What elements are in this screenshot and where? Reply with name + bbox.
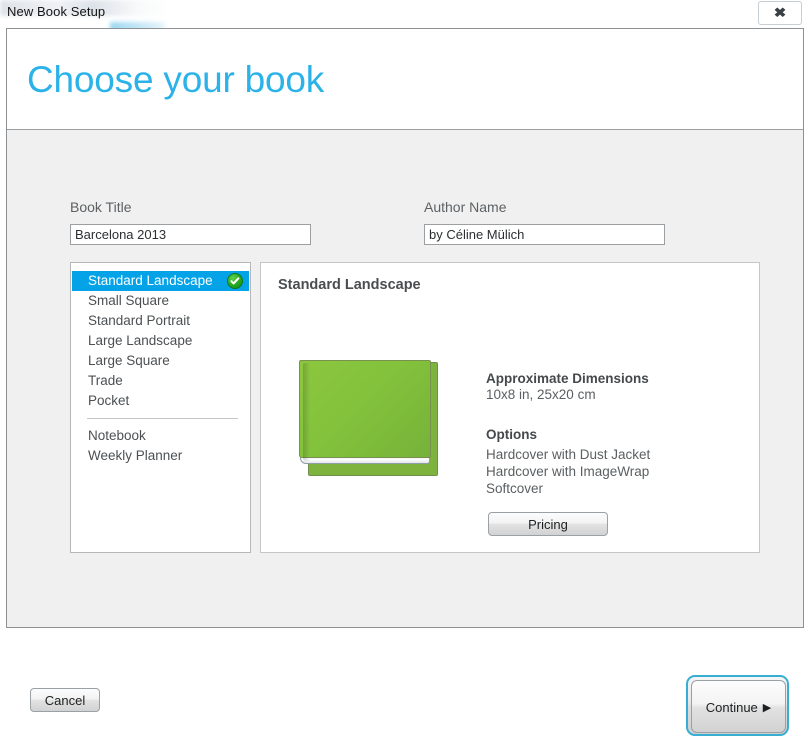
page-title: Choose your book <box>27 59 325 100</box>
list-item-standard-landscape[interactable]: Standard Landscape <box>72 271 249 291</box>
list-item-label: Notebook <box>88 428 146 443</box>
dimensions-heading: Approximate Dimensions <box>486 371 649 386</box>
list-item-label: Pocket <box>88 393 130 408</box>
arrow-right-icon: ▶ <box>762 702 772 714</box>
book-spine-shadow <box>303 363 310 461</box>
continue-button-focus-ring: Continue ▶ <box>686 675 789 736</box>
book-preview-image <box>296 358 441 483</box>
list-item-label: Small Square <box>88 293 170 308</box>
book-front-cover <box>299 360 431 461</box>
option-item: Softcover <box>486 481 544 496</box>
list-item-standard-portrait[interactable]: Standard Portrait <box>71 311 250 331</box>
author-name-label: Author Name <box>424 199 507 215</box>
list-item-label: Large Landscape <box>88 333 193 348</box>
window-titlebar: New Book Setup ✖ <box>0 0 810 31</box>
cancel-button[interactable]: Cancel <box>30 688 100 712</box>
list-item-weekly-planner[interactable]: Weekly Planner <box>71 446 250 466</box>
book-title-input[interactable] <box>70 224 311 245</box>
dimensions-block: Approximate Dimensions 10x8 in, 25x20 cm <box>486 371 649 403</box>
dialog-body: Book Title Author Name Standard Landscap… <box>7 131 803 736</box>
option-item: Hardcover with ImageWrap <box>486 464 650 479</box>
dialog-header: Choose your book <box>7 29 803 130</box>
detail-title: Standard Landscape <box>278 277 421 293</box>
continue-button-label: Continue <box>705 700 758 715</box>
book-type-listbox[interactable]: Standard Landscape Small Square Standard… <box>70 262 251 553</box>
author-name-input[interactable] <box>424 224 665 245</box>
list-item-large-square[interactable]: Large Square <box>71 351 250 371</box>
close-icon: ✖ <box>773 5 787 20</box>
list-item-large-landscape[interactable]: Large Landscape <box>71 331 250 351</box>
list-item-label: Standard Landscape <box>88 273 213 288</box>
book-title-label: Book Title <box>70 199 132 215</box>
pricing-button[interactable]: Pricing <box>488 512 608 536</box>
list-item-notebook[interactable]: Notebook <box>71 426 250 446</box>
checkmark-icon <box>227 273 243 289</box>
window-close-button[interactable]: ✖ <box>758 1 802 25</box>
list-item-small-square[interactable]: Small Square <box>71 291 250 311</box>
list-item-trade[interactable]: Trade <box>71 371 250 391</box>
continue-button[interactable]: Continue ▶ <box>691 680 786 733</box>
options-block: Options Hardcover with Dust Jacket Hardc… <box>486 427 650 497</box>
list-separator <box>87 418 238 419</box>
window-title: New Book Setup <box>7 4 106 19</box>
list-item-label: Large Square <box>88 353 170 368</box>
list-item-label: Weekly Planner <box>88 448 183 463</box>
dimensions-value: 10x8 in, 25x20 cm <box>486 387 596 402</box>
book-detail-panel: Standard Landscape Approximate Dimension… <box>260 262 760 553</box>
list-item-label: Trade <box>88 373 123 388</box>
list-item-label: Standard Portrait <box>88 313 191 328</box>
new-book-setup-dialog: Choose your book Book Title Author Name … <box>6 28 804 736</box>
options-heading: Options <box>486 427 537 442</box>
option-item: Hardcover with Dust Jacket <box>486 447 651 462</box>
list-item-pocket[interactable]: Pocket <box>71 391 250 411</box>
